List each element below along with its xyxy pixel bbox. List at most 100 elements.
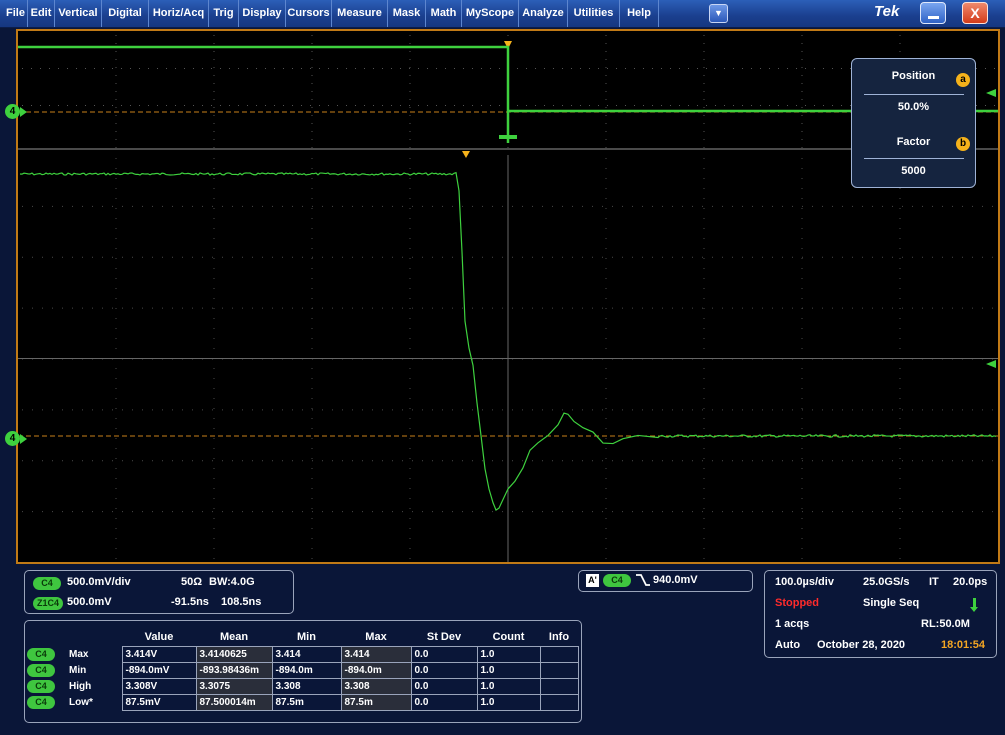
channel-marker-upper[interactable]: 4 (5, 104, 31, 120)
column-header: Count (492, 630, 525, 643)
menu-item-horiz-acq[interactable]: Horiz/Acq (149, 0, 209, 27)
menu-item-utilities[interactable]: Utilities (568, 0, 620, 27)
menu-item-help[interactable]: Help (620, 0, 659, 27)
table-header: Value Mean Min Max St Dev Count Info (24, 627, 578, 647)
position-value[interactable]: 50.0% (852, 101, 975, 113)
trigger-level: 940.0mV (653, 574, 698, 586)
measurement-stdev: 0.0 (410, 694, 478, 711)
measurement-info (539, 678, 579, 695)
menu-item-cursors[interactable]: Cursors (286, 0, 332, 27)
measurement-min: -894.0m (271, 662, 342, 679)
marker-arrow-icon (20, 434, 27, 444)
right-arrow-icon (986, 360, 996, 368)
measurement-stdev: 0.0 (410, 646, 478, 663)
measurement-info (539, 646, 579, 663)
column-header: Info (548, 630, 570, 643)
table-row[interactable]: C4 Min -894.0mV -893.98436m -894.0m -894.0m 0.… (24, 662, 579, 679)
measurement-info (539, 662, 579, 679)
horizontal-scale: 100.0µs/div (775, 576, 834, 588)
bandwidth: BW:4.0G (209, 576, 255, 588)
measurement-max: -894.0m (340, 662, 412, 679)
menu-item-file[interactable]: File (4, 0, 28, 27)
impedance: 50Ω (181, 576, 203, 588)
menu-dropdown-button[interactable]: ▼ (709, 4, 728, 23)
table-row[interactable]: C4 Low* 87.5mV 87.500014m 87.5m 87.5m 0.0 1.0 (24, 694, 579, 711)
right-arrow-icon (986, 89, 996, 97)
measurement-min: 87.5m (271, 694, 342, 711)
run-indicator-arrow (970, 607, 978, 612)
channel-badge: C4 (27, 680, 55, 693)
channel-marker-label: 4 (5, 431, 20, 446)
table-row[interactable]: C4 Max 3.414V 3.4140625 3.414 3.414 0.0 1.0 (24, 646, 579, 663)
acq-mode-flag: IT (929, 576, 939, 588)
measurement-mean: 3.3075 (195, 678, 273, 695)
column-header: Min (297, 630, 316, 643)
knob-a-icon: a (956, 73, 970, 87)
factor-value[interactable]: 5000 (852, 165, 975, 177)
sample-rate: 25.0GS/s (863, 576, 910, 588)
close-button[interactable]: X (962, 2, 988, 24)
run-indicator-icon (973, 598, 976, 607)
menu-item-math[interactable]: Math (426, 0, 462, 27)
vertical-scale: 500.0mV/div (67, 576, 131, 588)
marker-arrow-icon (20, 107, 27, 117)
menu-item-trig[interactable]: Trig (209, 0, 239, 27)
minimize-icon (928, 16, 939, 19)
measurement-name: High (69, 681, 92, 692)
column-header: Max (365, 630, 387, 643)
measurement-value: -894.0mV (121, 662, 197, 679)
acquisition-count: 1 acqs (775, 618, 810, 630)
zoom-offset: -91.5ns (171, 596, 209, 608)
falling-edge-icon (636, 574, 650, 586)
column-header: Mean (219, 630, 249, 643)
resolution: 20.0ps (953, 576, 988, 588)
menu-item-vertical[interactable]: Vertical (55, 0, 102, 27)
measurement-mean: 3.4140625 (195, 646, 273, 663)
time: 18:01:54 (941, 639, 986, 651)
zoom-control-panel[interactable]: Position a 50.0% Factor b 5000 (851, 58, 976, 188)
measurements-table: Value Mean Min Max St Dev Count Info C4 M… (24, 627, 579, 711)
channel-badge: C4 (33, 577, 61, 590)
run-status[interactable]: Stopped (775, 597, 819, 609)
channel-badge: C4 (27, 696, 55, 709)
trigger-readout-box[interactable]: A' C4 940.0mV (578, 570, 753, 592)
channel-readout-box[interactable]: C4 500.0mV/div 50Ω BW:4.0G Z1C4 500.0mV … (24, 570, 294, 614)
menu-item-analyze[interactable]: Analyze (519, 0, 568, 27)
channel-marker-lower[interactable]: 4 (5, 431, 31, 447)
zoom-scale: 500.0mV (67, 596, 112, 608)
measurement-count: 1.0 (476, 662, 541, 679)
record-length: RL:50.0M (921, 618, 970, 630)
menu-item-measure[interactable]: Measure (332, 0, 388, 27)
menu-bar: File Edit Vertical Digital Horiz/Acq Trig Disp… (0, 0, 1005, 28)
timebase-readout-box[interactable]: 100.0µs/div 25.0GS/s IT 20.0ps Stopped S… (764, 570, 997, 658)
menu-item-display[interactable]: Display (239, 0, 286, 27)
measurement-max: 87.5m (340, 694, 412, 711)
menu-item-edit[interactable]: Edit (28, 0, 55, 27)
menu-item-digital[interactable]: Digital (102, 0, 149, 27)
zoom-width: 108.5ns (221, 596, 262, 608)
measurement-value: 87.5mV (121, 694, 197, 711)
column-header (66, 627, 122, 647)
acquisition-mode: Single Seq (863, 597, 920, 609)
trigger-a-badge: A' (586, 574, 599, 587)
trigger-position-icon (462, 151, 470, 158)
column-header: St Dev (426, 630, 462, 643)
channel-marker-label: 4 (5, 104, 20, 119)
measurement-info (539, 694, 579, 711)
measurement-count: 1.0 (476, 646, 541, 663)
menu-item-myscope[interactable]: MyScope (462, 0, 519, 27)
channel-badge: C4 (27, 648, 55, 661)
table-row[interactable]: C4 High 3.308V 3.3075 3.308 3.308 0.0 1.0 (24, 678, 579, 695)
measurement-count: 1.0 (476, 694, 541, 711)
date: October 28, 2020 (817, 639, 906, 651)
minimize-button[interactable] (920, 2, 946, 24)
measurement-min: 3.414 (271, 646, 342, 663)
close-icon: X (970, 5, 980, 21)
knob-b-icon: b (956, 137, 970, 151)
zoom-channel-badge: Z1C4 (33, 597, 63, 610)
column-header (24, 627, 66, 647)
measurement-name: Min (69, 665, 87, 676)
channel-badge: C4 (27, 664, 55, 677)
menu-item-mask[interactable]: Mask (388, 0, 426, 27)
measurement-stdev: 0.0 (410, 678, 478, 695)
